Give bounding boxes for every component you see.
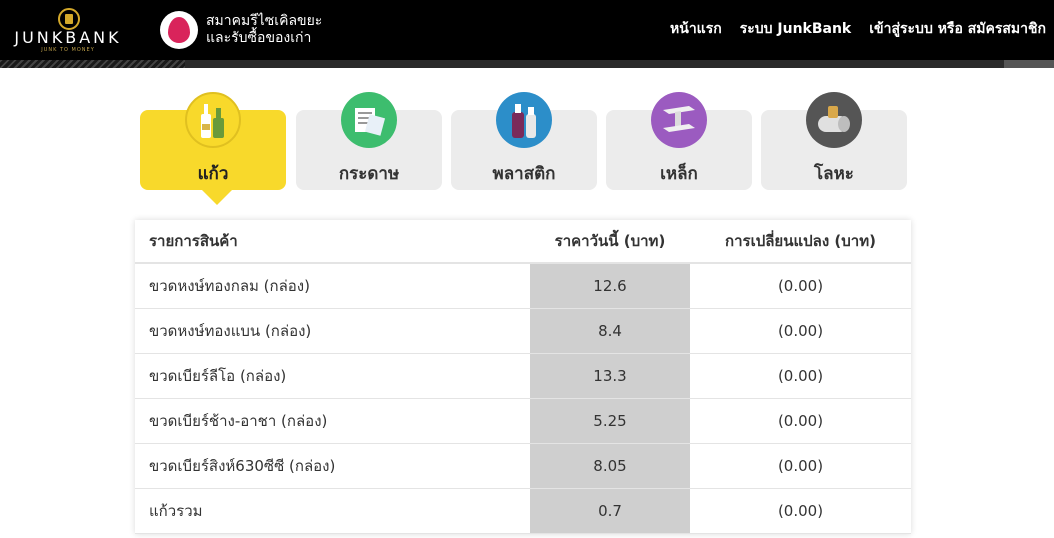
table-row[interactable]: ขวดหงษ์ทองแบน (กล่อง) 8.4 (0.00)	[135, 309, 911, 354]
tab-glass-label: แก้ว	[197, 164, 229, 184]
nav-home[interactable]: หน้าแรก	[670, 18, 722, 40]
row-price: 0.7	[530, 489, 690, 533]
row-item: ขวดเบียร์สิงห์630ซีซี (กล่อง)	[149, 457, 336, 475]
row-change: (0.00)	[777, 412, 824, 430]
row-change: (0.00)	[777, 367, 824, 385]
row-price: 12.6	[530, 264, 690, 308]
table-row[interactable]: ขวดเบียร์สิงห์630ซีซี (กล่อง) 8.05 (0.00…	[135, 444, 911, 489]
association-logo-icon	[160, 11, 198, 49]
glass-bottles-icon	[185, 92, 241, 148]
association-brand[interactable]: สมาคมรีไซเคิลขยะ และรับซื้อของเก่า	[160, 8, 322, 52]
header-price-today[interactable]: ราคาวันนี้ (บาท)	[530, 220, 690, 262]
nav-junkbank-system[interactable]: ระบบ JunkBank	[740, 18, 852, 40]
junkbank-logo[interactable]: JUNKBANK JUNK TO MONEY	[4, 6, 132, 54]
row-change: (0.00)	[777, 502, 824, 520]
row-item: ขวดหงษ์ทองแบน (กล่อง)	[149, 322, 312, 340]
table-header: รายการสินค้า ราคาวันนี้ (บาท) การเปลี่ยน…	[135, 220, 911, 264]
steel-beam-icon	[651, 92, 707, 148]
row-price: 8.05	[530, 444, 690, 488]
row-item: ขวดเบียร์ช้าง-อาชา (กล่อง)	[149, 412, 328, 430]
main-nav: หน้าแรก ระบบ JunkBank เข้าสู่ระบบ หรือ ส…	[670, 18, 1046, 40]
row-item: ขวดหงษ์ทองกลม (กล่อง)	[149, 277, 310, 295]
row-price: 5.25	[530, 399, 690, 443]
row-price: 13.3	[530, 354, 690, 398]
association-name-line2: และรับซื้อของเก่า	[206, 30, 312, 46]
category-tabs: แก้ว กระดาษ พลาสติก เหล็ก โลหะ	[140, 92, 910, 205]
header-divider-accent	[1004, 60, 1054, 68]
tab-steel[interactable]: เหล็ก	[606, 92, 752, 190]
price-table: รายการสินค้า ราคาวันนี้ (บาท) การเปลี่ยน…	[135, 220, 911, 534]
top-header: JUNKBANK JUNK TO MONEY สมาคมรีไซเคิลขยะ …	[0, 0, 1054, 60]
row-item: แก้วรวม	[149, 502, 203, 520]
table-row[interactable]: ขวดเบียร์ช้าง-อาชา (กล่อง) 5.25 (0.00)	[135, 399, 911, 444]
row-change: (0.00)	[777, 457, 824, 475]
table-row[interactable]: แก้วรวม 0.7 (0.00)	[135, 489, 911, 534]
logo-tagline: JUNK TO MONEY	[41, 47, 95, 53]
plastic-bottle-icon	[496, 92, 552, 148]
tab-steel-label: เหล็ก	[660, 164, 698, 184]
row-change: (0.00)	[777, 277, 824, 295]
association-name-line1: สมาคมรีไซเคิลขยะ	[206, 13, 323, 29]
table-row[interactable]: ขวดเบียร์ลีโอ (กล่อง) 13.3 (0.00)	[135, 354, 911, 399]
row-price: 8.4	[530, 309, 690, 353]
tab-plastic[interactable]: พลาสติก	[451, 92, 597, 190]
header-divider-pattern	[0, 60, 185, 68]
nav-login-register[interactable]: เข้าสู่ระบบ หรือ สมัครสมาชิก	[869, 18, 1046, 40]
logo-badge-icon	[58, 8, 80, 30]
paper-icon	[341, 92, 397, 148]
row-change: (0.00)	[777, 322, 824, 340]
table-row[interactable]: ขวดหงษ์ทองกลม (กล่อง) 12.6 (0.00)	[135, 264, 911, 309]
tab-metal-label: โลหะ	[814, 164, 854, 184]
tab-glass[interactable]: แก้ว	[140, 92, 286, 205]
tab-paper[interactable]: กระดาษ	[296, 92, 442, 190]
metal-can-icon	[806, 92, 862, 148]
tab-metal[interactable]: โลหะ	[761, 92, 907, 190]
tab-plastic-label: พลาสติก	[492, 164, 556, 184]
logo-text: JUNKBANK	[14, 28, 122, 47]
header-change[interactable]: การเปลี่ยนแปลง (บาท)	[690, 229, 911, 253]
row-item: ขวดเบียร์ลีโอ (กล่อง)	[149, 367, 287, 385]
tab-paper-label: กระดาษ	[338, 164, 400, 184]
header-item[interactable]: รายการสินค้า	[135, 229, 530, 253]
